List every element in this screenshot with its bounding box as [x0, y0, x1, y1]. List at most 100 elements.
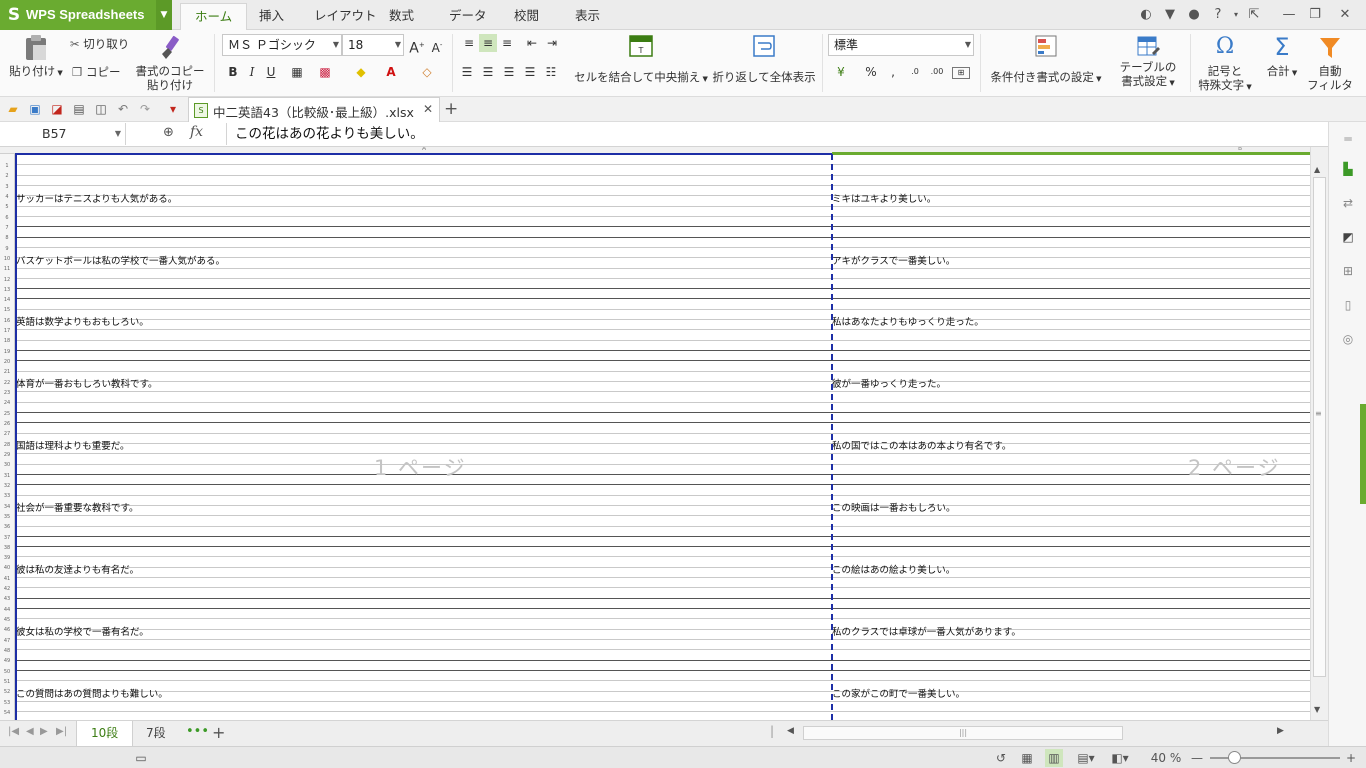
row-number[interactable]: 52: [0, 689, 14, 695]
row-number[interactable]: 45: [0, 617, 14, 623]
column-a-header[interactable]: A: [422, 147, 426, 152]
row-number[interactable]: 14: [0, 297, 14, 303]
row-number[interactable]: 51: [0, 679, 14, 685]
page-break-view-icon[interactable]: ▥: [1045, 749, 1063, 767]
scroll-left-icon[interactable]: ◀: [787, 726, 794, 736]
cell-b-sentence[interactable]: 私のクラスでは卓球が一番人気があります。: [832, 627, 1021, 639]
row-number[interactable]: 5: [0, 204, 14, 210]
insert-function-icon[interactable]: fx: [190, 124, 203, 140]
cell-a-sentence[interactable]: 彼女は私の学校で一番有名だ。: [16, 627, 149, 639]
undo-icon[interactable]: ↶: [114, 100, 132, 118]
table-format-button[interactable]: テーブルの 書式設定 ▼: [1112, 34, 1184, 90]
row-number[interactable]: 38: [0, 545, 14, 551]
restore-ribbon-icon[interactable]: ⇱: [1244, 5, 1264, 25]
horizontal-scrollbar[interactable]: ◀ ||| ▶: [785, 726, 1295, 741]
document-tab[interactable]: S 中二英語43（比較級･最上級）.xlsx ✕: [188, 97, 440, 122]
tab-split-handle[interactable]: |: [770, 724, 774, 738]
row-number[interactable]: 3: [0, 184, 14, 190]
cell-a-sentence[interactable]: 社会が一番重要な教科です。: [16, 503, 139, 515]
sidebar-expand-handle[interactable]: [1360, 404, 1366, 504]
name-box[interactable]: B57 ▼: [0, 123, 126, 145]
app-menu-dropdown-icon[interactable]: ▼: [156, 0, 172, 30]
close-tab-icon[interactable]: ✕: [423, 102, 433, 116]
row-number[interactable]: 44: [0, 607, 14, 613]
row-number[interactable]: 29: [0, 452, 14, 458]
cell-b-sentence[interactable]: アキがクラスで一番美しい。: [832, 256, 955, 268]
merge-center-button[interactable]: T セルを結合して中央揃え ▼: [574, 34, 708, 84]
cell-b-sentence[interactable]: この絵はあの絵より美しい。: [832, 565, 955, 577]
font-size-select[interactable]: 18 ▼: [342, 34, 404, 56]
zoom-slider-knob[interactable]: [1228, 751, 1241, 764]
distributed-icon[interactable]: ☷: [542, 63, 560, 81]
tab-insert[interactable]: 挿入: [245, 3, 298, 30]
row-number[interactable]: 22: [0, 380, 14, 386]
sheet-tab-2[interactable]: 7段: [132, 721, 180, 746]
zoom-formula-icon[interactable]: ⊕: [163, 125, 174, 140]
row-number[interactable]: 17: [0, 328, 14, 334]
row-number[interactable]: 36: [0, 524, 14, 530]
add-sheet-plus-icon[interactable]: +: [212, 723, 225, 742]
row-number[interactable]: 41: [0, 576, 14, 582]
maximize-icon[interactable]: ❐: [1305, 5, 1325, 25]
paste-button[interactable]: 貼り付け ▼: [8, 34, 64, 80]
row-number[interactable]: 23: [0, 390, 14, 396]
align-justify-icon[interactable]: ☰: [521, 63, 539, 81]
align-top-icon[interactable]: ≡: [460, 34, 478, 52]
align-right-icon[interactable]: ☰: [500, 63, 518, 81]
row-number[interactable]: 54: [0, 710, 14, 716]
backup-icon[interactable]: ◎: [1339, 330, 1357, 348]
font-color-icon[interactable]: A: [382, 63, 400, 81]
cell-b-sentence[interactable]: ミキはユキより美しい。: [832, 194, 936, 206]
row-number[interactable]: 33: [0, 493, 14, 499]
history-icon[interactable]: ↺: [992, 749, 1010, 767]
cut-button[interactable]: ✂ 切り取り: [70, 34, 129, 54]
row-number[interactable]: 26: [0, 421, 14, 427]
horizontal-scroll-thumb[interactable]: |||: [803, 726, 1123, 740]
increase-font-icon[interactable]: A+: [408, 36, 426, 57]
row-number[interactable]: 27: [0, 431, 14, 437]
tshirt-icon[interactable]: ▼: [1160, 5, 1180, 25]
minimize-icon[interactable]: —: [1279, 5, 1299, 25]
row-number[interactable]: 42: [0, 586, 14, 592]
normal-view-icon[interactable]: ▦: [1018, 749, 1036, 767]
wrap-text-button[interactable]: 折り返して全体表示: [712, 34, 816, 84]
row-number[interactable]: 21: [0, 369, 14, 375]
skin-icon[interactable]: ◐: [1136, 5, 1156, 25]
sidebar-toggle-icon[interactable]: ═: [1339, 130, 1357, 148]
cell-b-sentence[interactable]: この家がこの町で一番美しい。: [832, 689, 965, 701]
row-number[interactable]: 30: [0, 462, 14, 468]
font-name-select[interactable]: ＭＳ Ｐゴシック ▼: [222, 34, 342, 56]
row-header[interactable]: 1 2 3 4 5 6 7 8 9 10 11 12 13 14 15 16 17 18 19 20 21 22 23 24 2…: [0, 154, 15, 720]
next-sheet-icon[interactable]: ▶: [40, 726, 48, 737]
cell-b-sentence[interactable]: 私はあなたよりもゆっくり走った。: [832, 317, 984, 329]
fill-color-icon[interactable]: ◆: [352, 63, 370, 81]
reading-mode-icon[interactable]: ◧▾: [1106, 749, 1134, 767]
decrease-font-icon[interactable]: A-: [428, 36, 446, 55]
row-number[interactable]: 25: [0, 411, 14, 417]
currency-icon[interactable]: ¥: [832, 63, 850, 81]
row-number[interactable]: 20: [0, 359, 14, 365]
percent-button[interactable]: %: [862, 63, 880, 81]
row-number[interactable]: 50: [0, 669, 14, 675]
row-number[interactable]: 53: [0, 700, 14, 706]
sheet-tab-1[interactable]: 10段: [76, 721, 134, 746]
row-number[interactable]: 35: [0, 514, 14, 520]
zoom-level[interactable]: 40 %: [1146, 749, 1186, 767]
indent-decrease-icon[interactable]: ⇤: [523, 34, 541, 52]
last-sheet-icon[interactable]: ▶|: [56, 726, 67, 737]
tab-review[interactable]: 校閲: [500, 3, 553, 30]
format-painter-button[interactable]: 書式のコピー 貼り付け: [134, 34, 206, 92]
scroll-right-icon[interactable]: ▶: [1277, 726, 1284, 736]
row-number[interactable]: 31: [0, 473, 14, 479]
redo-icon[interactable]: ↷: [136, 100, 154, 118]
row-number[interactable]: 15: [0, 307, 14, 313]
align-bottom-icon[interactable]: ≡: [498, 34, 516, 52]
chevron-down-icon[interactable]: ▼: [115, 123, 121, 145]
row-number[interactable]: 47: [0, 638, 14, 644]
transfer-icon[interactable]: ⇄: [1339, 194, 1357, 212]
vertical-scroll-thumb[interactable]: [1313, 177, 1326, 677]
format-icon[interactable]: ◩: [1339, 228, 1357, 246]
vertical-scrollbar[interactable]: ▲ ≡ ▼: [1310, 147, 1328, 720]
row-number[interactable]: 34: [0, 504, 14, 510]
row-number[interactable]: 11: [0, 266, 14, 272]
